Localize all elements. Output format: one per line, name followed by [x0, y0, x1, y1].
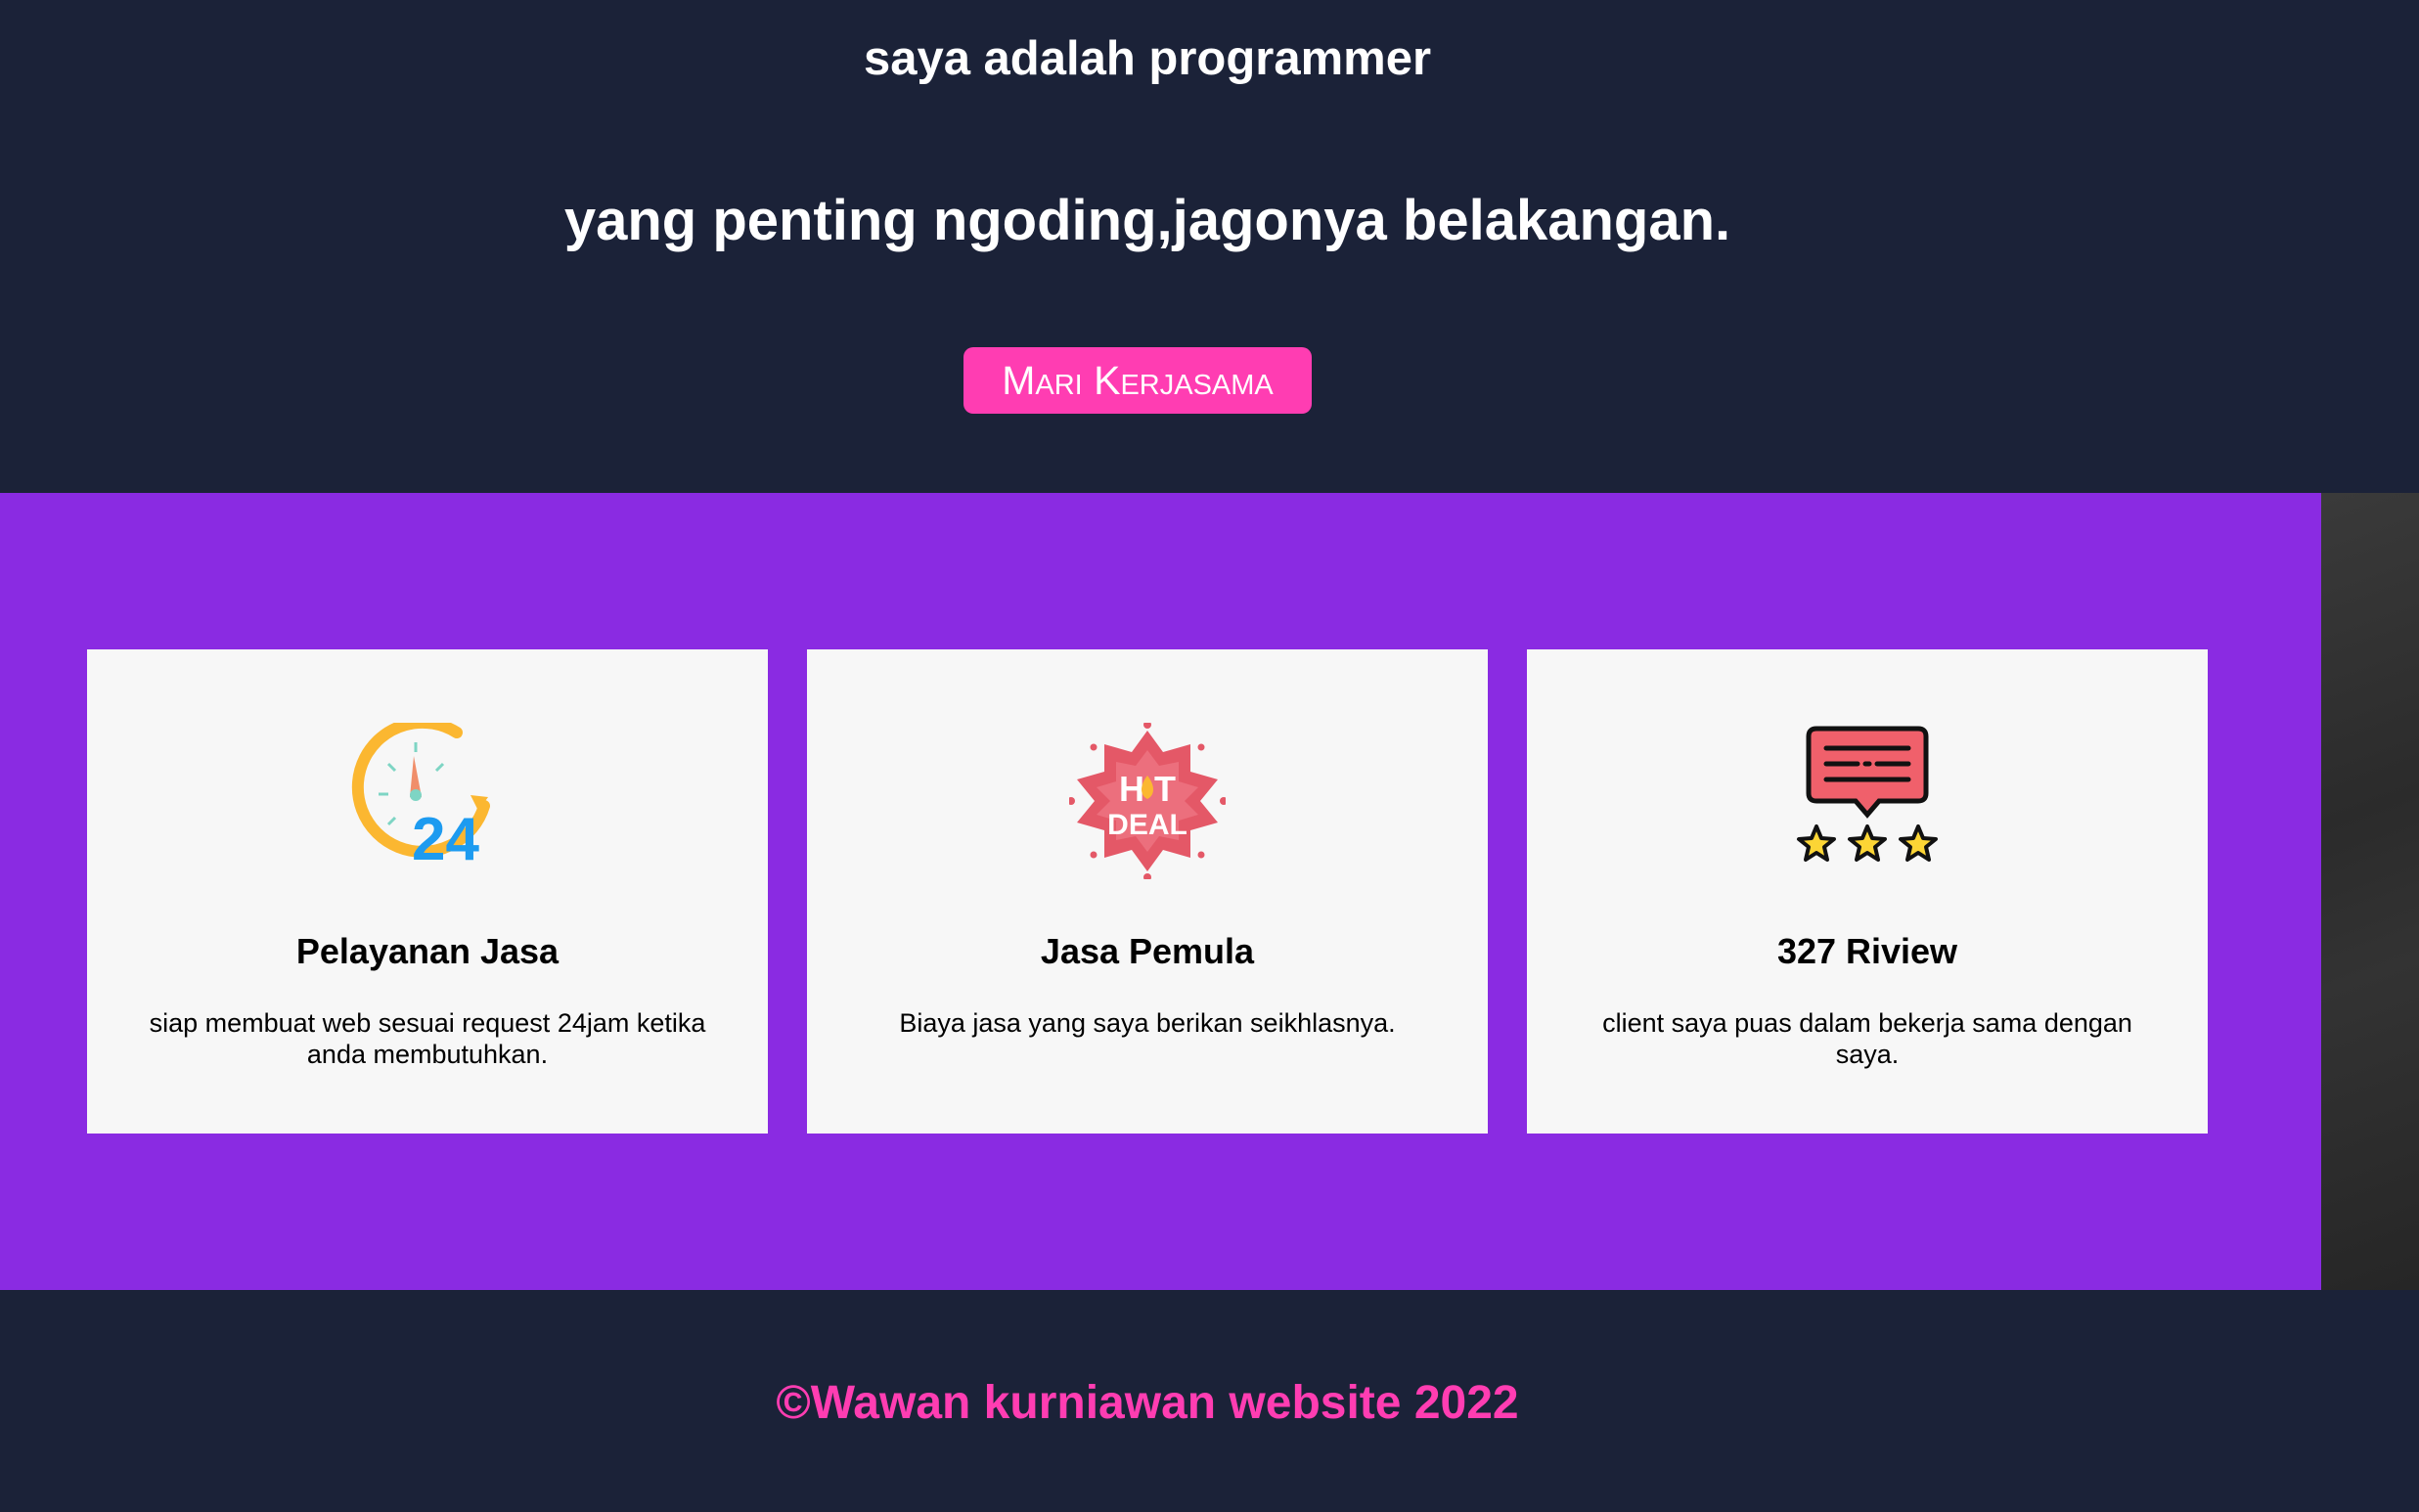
hero-title: yang penting ngoding,jagonya belakangan. — [563, 189, 1731, 252]
cta-button[interactable]: Mari Kerjasama — [963, 347, 1312, 414]
deal-text: DEAL — [1107, 809, 1187, 841]
card-description: siap membuat web sesuai request 24jam ke… — [149, 1008, 706, 1069]
service-card-pelayanan: 24 Pelayanan Jasa siap membuat web sesua… — [87, 649, 768, 1134]
clock-24-icon: 24 — [87, 723, 768, 879]
service-card-jasa-pemula: H T DEAL Jasa Pemula Biaya jasa yang say… — [807, 649, 1488, 1134]
footer-copyright: ©Wawan kurniawan website 2022 — [776, 1377, 1519, 1429]
services-section: 24 Pelayanan Jasa siap membuat web sesua… — [0, 493, 2321, 1290]
footer: ©Wawan kurniawan website 2022 — [0, 1290, 2419, 1512]
hot-deal-icon: H T DEAL — [807, 723, 1488, 879]
service-card-review: 327 Riview client saya puas dalam bekerj… — [1527, 649, 2208, 1134]
card-title: Pelayanan Jasa — [295, 931, 560, 971]
card-description: client saya puas dalam bekerja sama deng… — [1602, 1008, 2132, 1069]
svg-text:24: 24 — [412, 806, 479, 869]
background-strip — [2321, 493, 2419, 1290]
hero-subtitle: saya adalah programmer — [863, 32, 1432, 85]
card-title: Jasa Pemula — [1040, 931, 1255, 971]
card-description: Biaya jasa yang saya berikan seikhlasnya… — [899, 1008, 1396, 1038]
hero-section: saya adalah programmer yang penting ngod… — [0, 0, 2419, 493]
card-title: 327 Riview — [1776, 931, 1958, 971]
review-stars-icon — [1527, 723, 2208, 879]
